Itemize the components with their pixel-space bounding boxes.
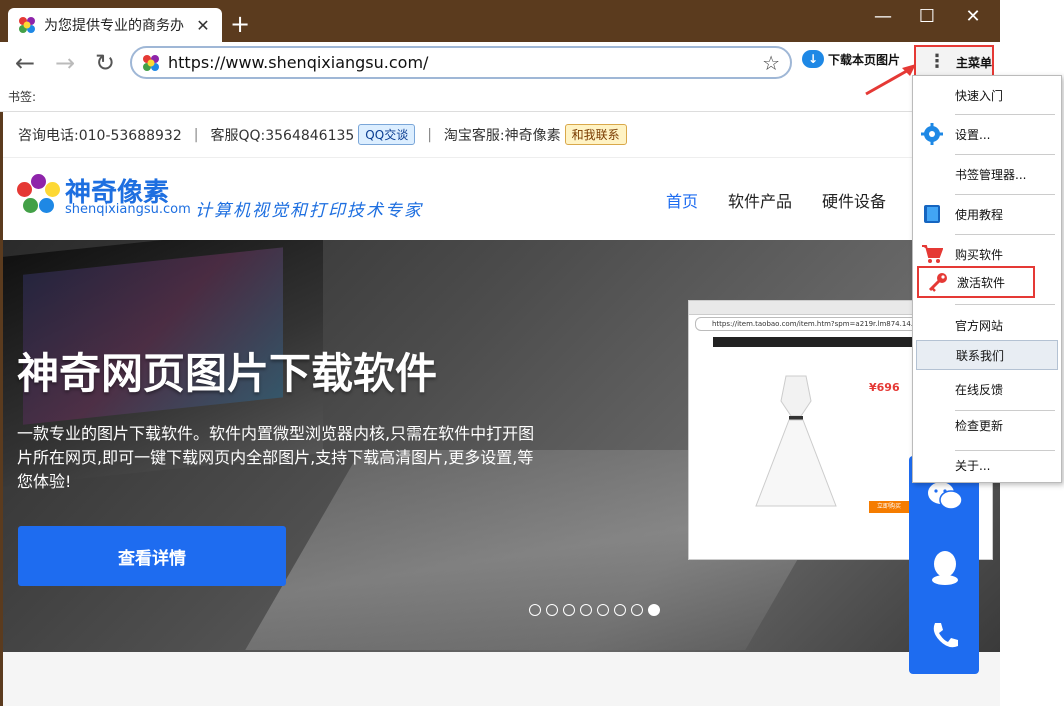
- slide-dot[interactable]: [580, 604, 592, 616]
- star-bookmark-icon[interactable]: ☆: [762, 51, 780, 75]
- browser-toolbar: ← → ↻ https://www.shenqixiangsu.com/ ☆ ↓…: [0, 42, 1000, 84]
- main-menu-dropdown: 快速入门设置... 书签管理器... 使用教程购买软件激活软件官方网站联系我们在线反…: [912, 75, 1062, 483]
- screenshot-price: ¥696: [869, 381, 900, 394]
- key-icon: [927, 271, 949, 293]
- main-menu-label: 主菜单: [956, 55, 993, 70]
- maximize-button[interactable]: ☐: [904, 6, 950, 27]
- menu-item-label: 联系我们: [956, 348, 1005, 363]
- taobao-text: 淘宝客服:神奇像素: [443, 127, 561, 144]
- bookmarks-bar: 书签:: [0, 84, 1000, 112]
- menu-item-label: 快速入门: [955, 88, 1004, 103]
- divider: |: [427, 126, 432, 143]
- menu-item-label: 书签管理器...: [955, 167, 1027, 182]
- screenshot-buy: 立即购买: [869, 501, 909, 513]
- brand-logo-icon[interactable]: [17, 174, 63, 218]
- nav-home[interactable]: 首页: [666, 188, 698, 212]
- url-text: https://www.shenqixiangsu.com/: [168, 53, 429, 72]
- menu-item-11[interactable]: 关于...: [913, 446, 1063, 484]
- menu-item-4[interactable]: 使用教程: [913, 195, 1063, 233]
- banner-description: 一款专业的图片下载软件。软件内置微型浏览器内核,只需在软件中打开图片所在网页,即…: [17, 424, 535, 491]
- cart-icon: [921, 243, 944, 265]
- gear-icon: [921, 123, 943, 145]
- menu-separator: [955, 154, 1055, 155]
- book-icon: [921, 203, 943, 225]
- forward-arrow-icon[interactable]: →: [50, 48, 80, 78]
- site-favicon-icon: [18, 16, 36, 34]
- contact-bar: 咨询电话:010-53688932 | 客服QQ:3564846135 QQ交谈…: [3, 112, 1000, 158]
- qq-icon[interactable]: [927, 550, 963, 586]
- menu-item-label: 购买软件: [955, 247, 1004, 262]
- slogan: 计算机视觉和打印技术专家: [195, 201, 423, 221]
- menu-separator: [955, 450, 1055, 451]
- slide-dot[interactable]: [563, 604, 575, 616]
- menu-item-label: 关于...: [955, 458, 991, 473]
- title-bar: 为您提供专业的商务办 ✕ + — ☐ ✕: [0, 0, 1000, 42]
- slide-dot[interactable]: [614, 604, 626, 616]
- menu-item-9[interactable]: 在线反馈: [913, 370, 1063, 408]
- slide-dot[interactable]: [648, 604, 660, 616]
- menu-item-1[interactable]: 快速入门: [913, 76, 1063, 114]
- cloud-download-icon: ↓: [802, 50, 824, 68]
- menu-item-label: 使用教程: [955, 207, 1004, 222]
- nav-hardware[interactable]: 硬件设备: [822, 188, 886, 212]
- menu-item-7[interactable]: 官方网站: [913, 306, 1063, 344]
- slide-indicator: [529, 604, 660, 616]
- slide-dot[interactable]: [546, 604, 558, 616]
- slide-dot[interactable]: [529, 604, 541, 616]
- page-content: 咨询电话:010-53688932 | 客服QQ:3564846135 QQ交谈…: [3, 112, 1000, 706]
- menu-item-label: 官方网站: [955, 318, 1004, 333]
- menu-separator: [955, 234, 1055, 235]
- divider: |: [193, 126, 199, 143]
- back-arrow-icon[interactable]: ←: [10, 48, 40, 78]
- new-tab-button[interactable]: +: [230, 12, 250, 36]
- minimize-button[interactable]: —: [860, 6, 906, 27]
- qq-text: 客服QQ:3564846135: [210, 127, 355, 144]
- dress-image: [755, 375, 837, 507]
- reload-icon[interactable]: ↻: [90, 48, 120, 78]
- address-bar[interactable]: https://www.shenqixiangsu.com/ ☆: [130, 46, 792, 79]
- window-close-button[interactable]: ✕: [950, 6, 996, 27]
- menu-separator: [955, 410, 1055, 411]
- bookmarks-label: 书签:: [8, 90, 37, 104]
- menu-separator: [955, 194, 1055, 195]
- main-menu-button[interactable]: ⋮ 主菜单: [914, 45, 994, 79]
- tab-title: 为您提供专业的商务办: [44, 18, 184, 34]
- menu-item-label: 设置...: [955, 127, 991, 142]
- browser-tab[interactable]: 为您提供专业的商务办 ✕: [8, 8, 222, 42]
- site-header: 神奇像素 shenqixiangsu.com 计算机视觉和打印技术专家 首页 软…: [3, 158, 1000, 240]
- menu-item-6[interactable]: 激活软件: [917, 266, 1035, 298]
- browser-window: 为您提供专业的商务办 ✕ + — ☐ ✕ ← → ↻ https://www.s…: [0, 0, 1000, 706]
- qq-chat-button[interactable]: QQ交谈: [358, 124, 416, 145]
- view-details-button[interactable]: 查看详情: [18, 526, 286, 586]
- wechat-icon[interactable]: [927, 480, 963, 516]
- menu-item-label: 在线反馈: [955, 382, 1004, 397]
- contact-me-button[interactable]: 和我联系: [564, 124, 627, 145]
- slide-dot[interactable]: [597, 604, 609, 616]
- kebab-menu-icon: ⋮: [928, 51, 946, 72]
- hero-banner: 神奇网页图片下载软件 一款专业的图片下载软件。软件内置微型浏览器内核,只需在软件…: [3, 240, 1000, 652]
- menu-item-8[interactable]: 联系我们: [916, 340, 1058, 370]
- menu-item-label: 激活软件: [957, 275, 1006, 290]
- tab-close-icon[interactable]: ✕: [194, 16, 212, 35]
- slide-dot[interactable]: [631, 604, 643, 616]
- menu-item-3[interactable]: 书签管理器...: [913, 155, 1063, 193]
- phone-text: 咨询电话:010-53688932: [18, 127, 182, 144]
- floating-contact-bar: [909, 456, 979, 674]
- menu-item-label: 检查更新: [955, 418, 1004, 433]
- phone-icon[interactable]: [927, 620, 963, 656]
- menu-item-10[interactable]: 检查更新: [913, 406, 1063, 444]
- nav-software[interactable]: 软件产品: [728, 188, 792, 212]
- menu-item-2[interactable]: 设置...: [913, 115, 1063, 153]
- brand-url: shenqixiangsu.com: [65, 202, 191, 217]
- menu-separator: [955, 304, 1055, 305]
- menu-separator: [955, 114, 1055, 115]
- site-favicon-icon: [143, 54, 159, 71]
- banner-title: 神奇网页图片下载软件: [17, 349, 438, 398]
